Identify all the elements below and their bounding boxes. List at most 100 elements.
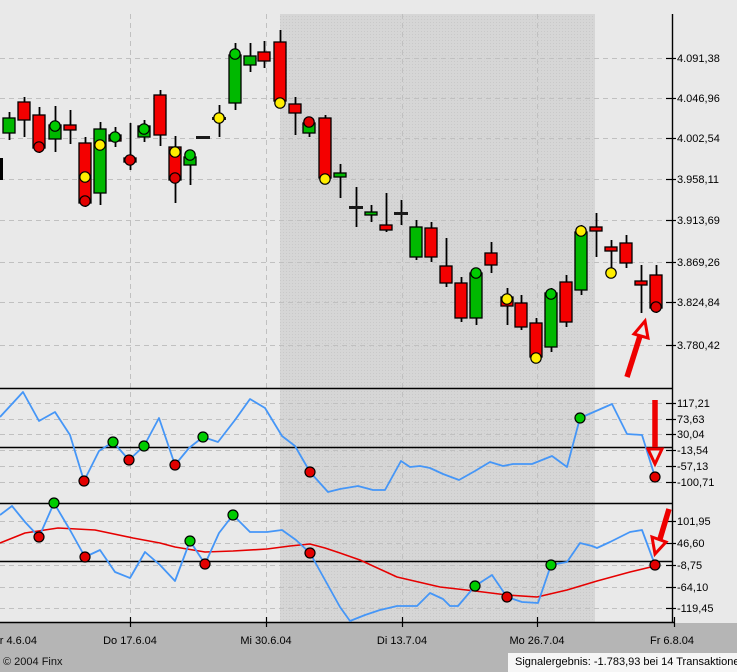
candle-body [559, 281, 573, 323]
yellow-signal-dot [575, 225, 587, 237]
red-signal-dot [304, 466, 316, 478]
red-signal-dot [124, 154, 136, 166]
y-axis-tick-label: 117,21 [677, 398, 710, 410]
red-signal-dot [649, 471, 661, 483]
y-axis-tick-label: -100,71 [677, 477, 714, 489]
y-axis-tick-label: 3.913,69 [677, 215, 720, 227]
green-signal-dot [545, 288, 557, 300]
green-signal-dot [48, 497, 60, 509]
green-signal-dot [469, 580, 481, 592]
red-signal-dot [79, 551, 91, 563]
y-axis-tick-label: 3.780,42 [677, 340, 720, 352]
candle-body [544, 292, 558, 348]
candle-body [17, 101, 31, 121]
candle-body [257, 51, 271, 62]
green-signal-dot [574, 412, 586, 424]
candle-body [589, 226, 603, 232]
candle-body [273, 41, 287, 102]
green-signal-dot [107, 436, 119, 448]
x-axis-tick-label: Mo 26.7.04 [509, 635, 564, 647]
candle-body [514, 302, 528, 328]
status-strip [0, 623, 737, 672]
y-axis-tick-label: 3.958,11 [677, 174, 719, 186]
y-axis-tick-label: 3.824,84 [677, 297, 720, 309]
candle-body [153, 94, 167, 136]
candle-body [529, 322, 543, 358]
y-axis-tick-label: -8,75 [677, 560, 702, 572]
green-signal-dot [545, 559, 557, 571]
y-axis-tick-label: 4.046,96 [677, 93, 720, 105]
red-signal-dot [79, 195, 91, 207]
green-signal-dot [197, 431, 209, 443]
green-signal-dot [138, 123, 150, 135]
candle-body [484, 252, 498, 266]
yellow-signal-dot [79, 171, 91, 183]
candle-body [318, 117, 332, 179]
yellow-signal-dot [274, 97, 286, 109]
red-signal-dot [33, 531, 45, 543]
x-axis-tick-label: Di 13.7.04 [377, 635, 427, 647]
candle-body [469, 272, 483, 319]
red-signal-dot [33, 141, 45, 153]
x-axis-tick-label: Mi 30.6.04 [240, 635, 291, 647]
candle-body [93, 128, 107, 194]
red-signal-dot [169, 459, 181, 471]
red-signal-dot [123, 454, 135, 466]
yellow-signal-dot [501, 293, 513, 305]
red-signal-dot [501, 591, 513, 603]
candle-body [364, 211, 378, 216]
y-axis-tick-label: -57,13 [677, 461, 708, 473]
candle-body [634, 280, 648, 286]
green-signal-dot [49, 120, 61, 132]
green-signal-dot [109, 131, 121, 143]
candle-body [424, 227, 438, 258]
green-signal-dot [470, 267, 482, 279]
x-axis-tick-label: Fr 4.6.04 [0, 635, 37, 647]
green-signal-dot [184, 149, 196, 161]
red-signal-dot [304, 547, 316, 559]
yellow-signal-dot [213, 112, 225, 124]
candle-body [243, 55, 257, 66]
green-signal-dot [227, 509, 239, 521]
x-axis-tick-label: Do 17.6.04 [103, 635, 157, 647]
candle-body [574, 231, 588, 291]
yellow-signal-dot [530, 352, 542, 364]
yellow-signal-dot [169, 146, 181, 158]
candle-body [228, 54, 242, 104]
candle-body [454, 282, 468, 319]
red-signal-dot [169, 172, 181, 184]
green-signal-dot [184, 535, 196, 547]
candle-body [394, 212, 408, 215]
candle-body [604, 246, 618, 252]
candle-body [333, 172, 347, 178]
candle-body [2, 117, 16, 134]
chart-canvas[interactable]: 4.091,38 4.046,96 4.002,54 3.958,11 3.913,69… [0, 0, 737, 672]
x-axis-tick-label: Fr 6.8.04 [650, 635, 694, 647]
candle-body [409, 226, 423, 258]
y-axis-tick-label: 30,04 [677, 429, 705, 441]
y-axis-tick-label: -13,54 [677, 445, 708, 457]
candle-body [63, 124, 77, 131]
y-axis-tick-label: -119,45 [677, 603, 714, 615]
candle-body [288, 103, 302, 114]
y-axis-tick-label: 73,63 [677, 414, 705, 426]
candle-body [349, 206, 363, 209]
candle-body [439, 265, 453, 284]
red-signal-dot [199, 558, 211, 570]
yellow-signal-dot [319, 173, 331, 185]
yellow-signal-dot [605, 267, 617, 279]
red-signal-dot [78, 475, 90, 487]
y-axis-tick-label: 46,60 [677, 538, 705, 550]
green-signal-dot [138, 440, 150, 452]
y-axis-tick-label: 4.091,38 [677, 53, 720, 65]
candle-body [619, 242, 633, 264]
y-axis-tick-label: 101,95 [677, 516, 711, 528]
red-signal-dot [650, 301, 662, 313]
candle-body [379, 224, 393, 231]
yellow-signal-dot [94, 139, 106, 151]
chart-window: 4.091,38 4.046,96 4.002,54 3.958,11 3.913,69… [0, 0, 737, 672]
red-signal-dot [303, 116, 315, 128]
red-signal-dot [649, 559, 661, 571]
green-signal-dot [229, 48, 241, 60]
y-axis-tick-label: 3.869,26 [677, 257, 720, 269]
